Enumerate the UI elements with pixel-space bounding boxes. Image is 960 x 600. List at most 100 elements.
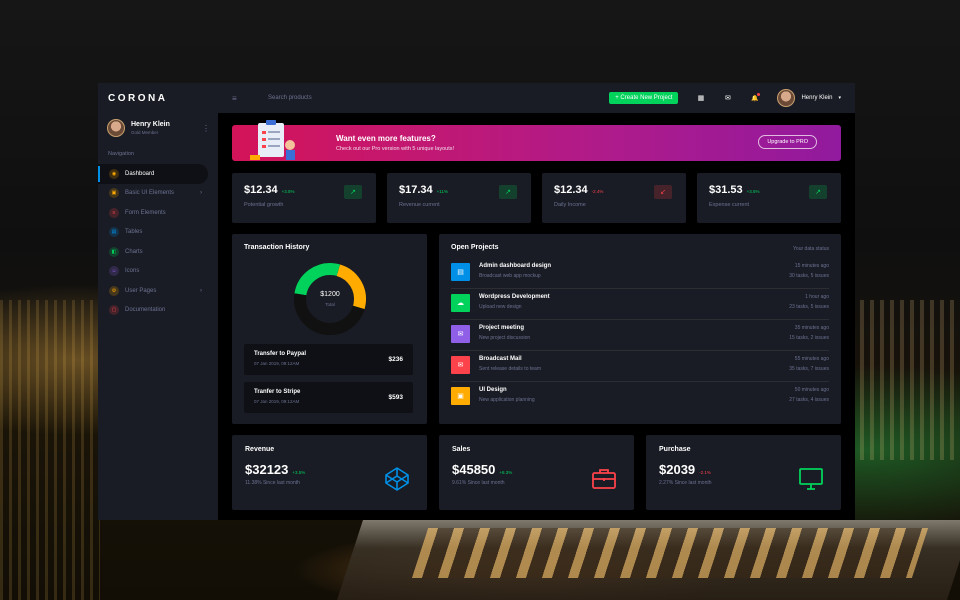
monitor-icon	[797, 465, 825, 491]
user-avatar	[777, 89, 796, 107]
profile-menu-icon[interactable]: ⋮	[202, 124, 210, 133]
sidebar-item-label: Documentation	[125, 307, 166, 314]
sidebar-item-label: User Pages	[125, 287, 157, 294]
bell-icon[interactable]: 🔔	[750, 92, 761, 103]
transaction-name: Transfer to Paypal	[254, 351, 307, 357]
sidebar-item-dashboard[interactable]: ◉ Dashboard	[98, 164, 208, 184]
summary-cards-row: Revenue $32123 +3.5% 11.38% Since last mont…	[232, 435, 841, 510]
project-icon: ▣	[451, 387, 470, 405]
user-name: Henry Klein	[801, 95, 833, 101]
summary-change: +3.5%	[292, 470, 306, 475]
nav-item-icon: ▢	[109, 305, 119, 316]
project-item[interactable]: ✉ Broadcast Mail Sent release details to t…	[451, 351, 829, 382]
project-description: New application planning	[479, 397, 535, 403]
grid-icon[interactable]: ▦	[696, 94, 705, 103]
project-icon: ✉	[451, 356, 470, 374]
stat-label: Expense current	[709, 202, 750, 208]
upgrade-button[interactable]: Upgrade to PRO	[758, 135, 817, 149]
summary-change: +8.3%	[499, 470, 513, 475]
stat-value: $17.34	[399, 184, 433, 196]
stat-label: Revenue current	[399, 202, 440, 208]
donut-label: Total	[325, 302, 335, 307]
stat-value: $12.34	[554, 184, 588, 196]
create-project-button[interactable]: + Create New Project	[609, 92, 679, 104]
summary-value: $2039	[659, 462, 696, 477]
transaction-history-card: Transaction History $1200 Total Transfer…	[232, 234, 427, 424]
notification-dot	[757, 92, 761, 96]
summary-title: Sales	[452, 446, 471, 453]
codepen-icon	[383, 465, 411, 491]
stats-row: $12.34 +3.5% Potential growth ↗ $17.34 +11% Re…	[232, 173, 841, 223]
sidebar-item-charts[interactable]: ◧ Charts	[98, 242, 218, 262]
nav-item-icon: ⚙	[109, 285, 119, 296]
nav-item-icon: ▣	[109, 188, 119, 199]
transaction-item[interactable]: Tranfer to Stripe 07 Jan 2019, 09:12AM $59…	[244, 382, 413, 413]
city-lights-right	[850, 300, 960, 460]
nav-list: ◉ Dashboard ▣ Basic UI Elements › ≡ Form Eleme…	[98, 164, 218, 320]
sidebar-item-documentation[interactable]: ▢ Documentation	[98, 301, 218, 321]
donut-amount: $1200	[320, 291, 340, 298]
sidebar-item-basic-ui-elements[interactable]: ▣ Basic UI Elements ›	[98, 184, 218, 204]
topbar: ≡ Search products + Create New Project ▦…	[218, 83, 855, 113]
nav-item-icon: ▤	[109, 227, 119, 238]
project-name: Broadcast Mail	[479, 356, 522, 362]
project-item[interactable]: ▤ Admin dashboard design Broadcast web app…	[451, 258, 829, 289]
project-name: Wordpress Development	[479, 294, 550, 300]
project-description: Broadcast web app mockup	[479, 273, 541, 279]
stat-change: +3.5%	[281, 189, 295, 194]
stat-change: +11%	[436, 189, 448, 194]
sidebar-item-label: Tables	[125, 229, 143, 236]
project-name: Project meeting	[479, 325, 525, 331]
mail-icon[interactable]: ✉	[723, 94, 732, 103]
bell-glyph: 🔔	[751, 95, 759, 102]
project-time: 1 hour ago	[805, 294, 829, 300]
main-area: ≡ Search products + Create New Project ▦…	[218, 83, 855, 520]
menu-toggle-icon[interactable]: ≡	[232, 94, 244, 103]
avatar[interactable]	[107, 119, 125, 137]
stat-card: $12.34 -2.4% Daily Income ↙	[542, 173, 686, 223]
summary-change: -2.1%	[699, 470, 711, 475]
summary-value: $45850	[452, 462, 496, 477]
transaction-item[interactable]: Transfer to Paypal 07 Jan 2019, 09:12AM $2…	[244, 344, 413, 375]
sidebar-item-label: Form Elements	[125, 209, 166, 216]
project-tasks: 23 tasks, 5 issues	[789, 304, 829, 310]
sidebar-item-form-elements[interactable]: ≡ Form Elements	[98, 203, 218, 223]
sidebar-item-icons[interactable]: ☺ Icons	[98, 262, 218, 282]
donut-chart: $1200 Total	[288, 261, 372, 337]
card-title: Open Projects	[451, 244, 499, 251]
project-time: 15 minutes ago	[794, 263, 829, 269]
summary-card-sales: Sales $45850 +8.3% 9.61% Since last month	[439, 435, 634, 510]
search-input[interactable]: Search products	[254, 95, 599, 101]
briefcase-icon	[590, 465, 618, 491]
summary-value: $32123	[245, 462, 289, 477]
transaction-amount: $236	[388, 356, 403, 363]
project-item[interactable]: ☁ Wordpress Development Upload new design 1…	[451, 289, 829, 320]
project-description: Sent release details to team	[479, 366, 541, 372]
sidebar-item-label: Basic UI Elements	[125, 190, 175, 197]
sidebar-item-tables[interactable]: ▤ Tables	[98, 223, 218, 243]
sidebar-item-user-pages[interactable]: ⚙ User Pages ›	[98, 281, 218, 301]
banner-title: Want even more features?	[336, 134, 436, 143]
profile-role: Gold Member	[131, 130, 159, 135]
project-icon: ✉	[451, 325, 470, 343]
profile-name: Henry Klein	[131, 121, 170, 128]
view-status-link[interactable]: Your data status	[793, 246, 829, 252]
user-menu[interactable]: Henry Klein ▾	[777, 89, 841, 107]
summary-card-purchase: Purchase $2039 -2.1% 2.27% Since last month	[646, 435, 841, 510]
stat-label: Potential growth	[244, 202, 284, 208]
transaction-amount: $593	[388, 394, 403, 401]
project-item[interactable]: ✉ Project meeting New project discussion 35…	[451, 320, 829, 351]
open-projects-card: Open Projects Your data status ▤ Admin da…	[439, 234, 841, 424]
arrow-up-right-icon: ↗	[809, 185, 827, 199]
arrow-up-right-icon: ↗	[344, 185, 362, 199]
transaction-date: 07 Jan 2019, 09:12AM	[254, 399, 300, 404]
project-icon: ☁	[451, 294, 470, 312]
project-name: Admin dashboard design	[479, 263, 552, 269]
project-tasks: 35 tasks, 7 issues	[789, 366, 829, 372]
project-name: UI Design	[479, 387, 507, 393]
sidebar-profile: Henry Klein Gold Member ⋮	[98, 113, 218, 145]
brand-logo[interactable]: CORONA	[98, 83, 218, 113]
banner-subtitle: Check out our Pro version with 5 unique …	[336, 146, 455, 152]
project-item[interactable]: ▣ UI Design New application planning 50 min…	[451, 382, 829, 413]
arrow-down-left-icon: ↙	[654, 185, 672, 199]
